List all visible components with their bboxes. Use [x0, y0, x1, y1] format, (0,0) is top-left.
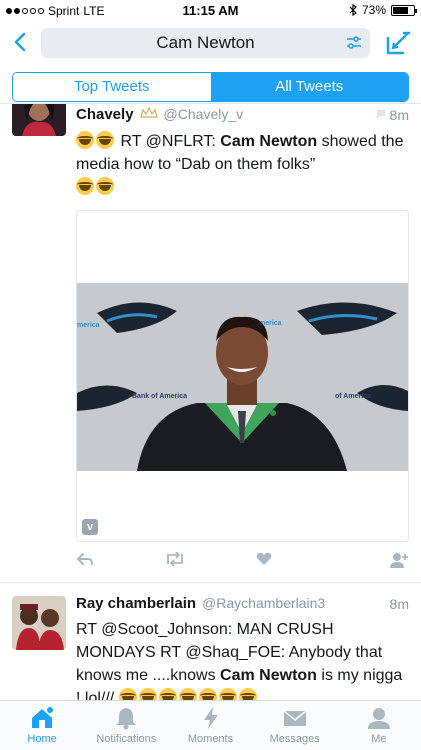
- tweet-text-prefix: RT @NFLRT:: [120, 133, 221, 150]
- add-user-icon: [390, 553, 408, 568]
- reply-indicator-icon: [377, 110, 385, 119]
- tweet[interactable]: Ray chamberlain @Raychamberlain3 8m RT @…: [0, 583, 421, 701]
- filter-icon[interactable]: [346, 36, 362, 50]
- search-input[interactable]: Cam Newton: [41, 28, 370, 58]
- tweet-timestamp: 8m: [389, 107, 409, 123]
- tab-moments[interactable]: Moments: [168, 701, 252, 750]
- bluetooth-icon: [349, 4, 357, 16]
- battery-percent: 73%: [361, 3, 386, 17]
- tab-label: Me: [371, 733, 387, 745]
- search-query: Cam Newton: [156, 33, 255, 52]
- home-icon: [32, 706, 55, 728]
- tab-label: Moments: [187, 733, 234, 745]
- tweet-text: RT @Scoot_Johnson: MAN CRUSH MONDAYS RT …: [76, 618, 406, 701]
- tab-label: Notifications: [96, 733, 157, 745]
- tab-label: Home: [27, 733, 57, 745]
- bell-icon: [116, 708, 137, 730]
- reply-button[interactable]: [76, 552, 94, 571]
- battery-icon: [391, 4, 417, 16]
- like-button[interactable]: [256, 552, 272, 571]
- heart-icon: [256, 552, 272, 565]
- tab-me[interactable]: Me: [337, 701, 421, 750]
- tab-home[interactable]: Home: [0, 701, 84, 750]
- compose-tweet-icon[interactable]: [385, 30, 411, 56]
- back-chevron-icon[interactable]: [8, 28, 32, 56]
- tweet-header: Chavely @Chavely_v: [76, 106, 243, 123]
- vine-logo-icon: v: [82, 519, 98, 535]
- tab-top-tweets[interactable]: Top Tweets: [13, 73, 211, 101]
- retweet-button[interactable]: [164, 551, 186, 571]
- tears-of-joy-emoji-icon: [76, 177, 94, 195]
- tweet-timestamp: 8m: [389, 596, 409, 612]
- highlighted-search-term: Cam Newton: [220, 667, 317, 684]
- tears-of-joy-emoji-icon: [96, 131, 114, 149]
- follow-button[interactable]: [389, 552, 409, 573]
- tab-messages[interactable]: Messages: [253, 701, 337, 750]
- retweet-icon: [167, 551, 183, 567]
- bottom-tab-bar: Home Notifications Moments Messages Me: [0, 700, 421, 750]
- tab-label: Messages: [269, 733, 320, 745]
- tweet-header: Ray chamberlain @Raychamberlain3: [76, 595, 325, 612]
- vine-video-card[interactable]: Bank of America of America merica merica…: [76, 210, 409, 542]
- person-icon: [367, 708, 390, 729]
- svg-text:merica: merica: [77, 322, 100, 329]
- avatar[interactable]: [12, 596, 66, 650]
- envelope-icon: [283, 710, 307, 726]
- tears-of-joy-emoji-icon: [96, 177, 114, 195]
- tweet-actions: [76, 551, 409, 574]
- display-name[interactable]: Chavely: [76, 106, 134, 123]
- tweet[interactable]: Chavely @Chavely_v 8m RT @NFLRT: Cam New…: [0, 104, 421, 582]
- tweet-filter-segmented-control: Top Tweets All Tweets: [12, 72, 409, 102]
- display-name[interactable]: Ray chamberlain: [76, 595, 196, 612]
- avatar[interactable]: [12, 104, 66, 136]
- svg-text:of America: of America: [335, 393, 371, 400]
- search-nav-bar: Cam Newton: [0, 22, 421, 64]
- status-bar: Sprint LTE 11:15 AM 73%: [0, 0, 421, 22]
- tears-of-joy-emoji-icon: [76, 131, 94, 149]
- video-thumbnail[interactable]: Bank of America of America merica merica: [77, 283, 408, 471]
- svg-text:Bank of America: Bank of America: [132, 393, 187, 400]
- user-handle[interactable]: @Chavely_v: [164, 106, 244, 122]
- lightning-icon: [203, 707, 218, 729]
- tab-all-tweets[interactable]: All Tweets: [210, 73, 408, 101]
- reply-icon: [76, 553, 93, 565]
- tab-notifications[interactable]: Notifications: [84, 701, 168, 750]
- highlighted-search-term: Cam Newton: [220, 133, 318, 150]
- tweet-text: RT @NFLRT: Cam Newton showed the media h…: [76, 130, 406, 199]
- crown-decoration-icon: [139, 107, 158, 118]
- user-handle[interactable]: @Raychamberlain3: [202, 595, 325, 611]
